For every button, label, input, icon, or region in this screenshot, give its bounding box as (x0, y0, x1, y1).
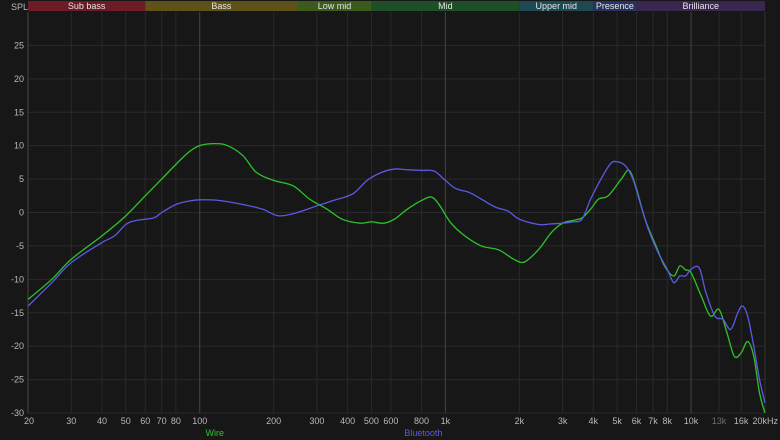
x-tick-label: 13k (712, 416, 727, 426)
x-tick-label: 20kHz (752, 416, 778, 426)
band-label: Upper mid (536, 1, 578, 11)
y-tick-label: -20 (11, 341, 24, 351)
x-tick-label: 40 (97, 416, 107, 426)
x-tick-label: 50 (121, 416, 131, 426)
x-tick-label: 2k (515, 416, 525, 426)
chart-background (0, 0, 780, 440)
x-tick-label: 60 (140, 416, 150, 426)
band-label: Brilliance (683, 1, 720, 11)
band-label: Low mid (318, 1, 352, 11)
legend-item-wire: Wire (205, 428, 224, 438)
x-tick-label: 3k (558, 416, 568, 426)
x-tick-label: 80 (171, 416, 181, 426)
x-tick-label: 70 (157, 416, 167, 426)
y-tick-label: 10 (14, 141, 24, 151)
x-tick-label: 20 (24, 416, 34, 426)
y-tick-label: 15 (14, 107, 24, 117)
x-tick-label: 1k (441, 416, 451, 426)
y-tick-label: 5 (19, 174, 24, 184)
frequency-response-chart: Sub bass Bass Low mid Mid Upper mid Presence B… (0, 0, 780, 440)
band-label: Mid (438, 1, 453, 11)
x-tick-label: 30 (66, 416, 76, 426)
x-tick-label: 100 (192, 416, 207, 426)
x-tick-label: 300 (309, 416, 324, 426)
y-tick-label: -5 (16, 241, 24, 251)
y-tick-label: -25 (11, 375, 24, 385)
x-tick-label: 7k (648, 416, 658, 426)
x-tick-label: 200 (266, 416, 281, 426)
x-tick-label: 400 (340, 416, 355, 426)
y-tick-label: -10 (11, 274, 24, 284)
x-tick-label: 16k (734, 416, 749, 426)
y-tick-label: 0 (19, 208, 24, 218)
y-tick-label: 25 (14, 40, 24, 50)
x-tick-label: 800 (414, 416, 429, 426)
band-label: Presence (596, 1, 634, 11)
y-tick-label: -30 (11, 408, 24, 418)
x-tick-label: 10k (684, 416, 699, 426)
x-tick-label: 6k (632, 416, 642, 426)
y-tick-label: 20 (14, 74, 24, 84)
x-tick-label: 8k (662, 416, 672, 426)
x-tick-label: 4k (589, 416, 599, 426)
y-tick-label: -15 (11, 308, 24, 318)
x-tick-label: 500 (364, 416, 379, 426)
legend-item-bluetooth: Bluetooth (404, 428, 442, 438)
band-label: Sub bass (68, 1, 106, 11)
x-tick-label: 600 (383, 416, 398, 426)
x-tick-label: 5k (612, 416, 622, 426)
band-label: Bass (211, 1, 232, 11)
frequency-bands: Sub bass Bass Low mid Mid Upper mid Presence B… (28, 1, 765, 11)
y-axis-label: SPL (11, 2, 28, 12)
